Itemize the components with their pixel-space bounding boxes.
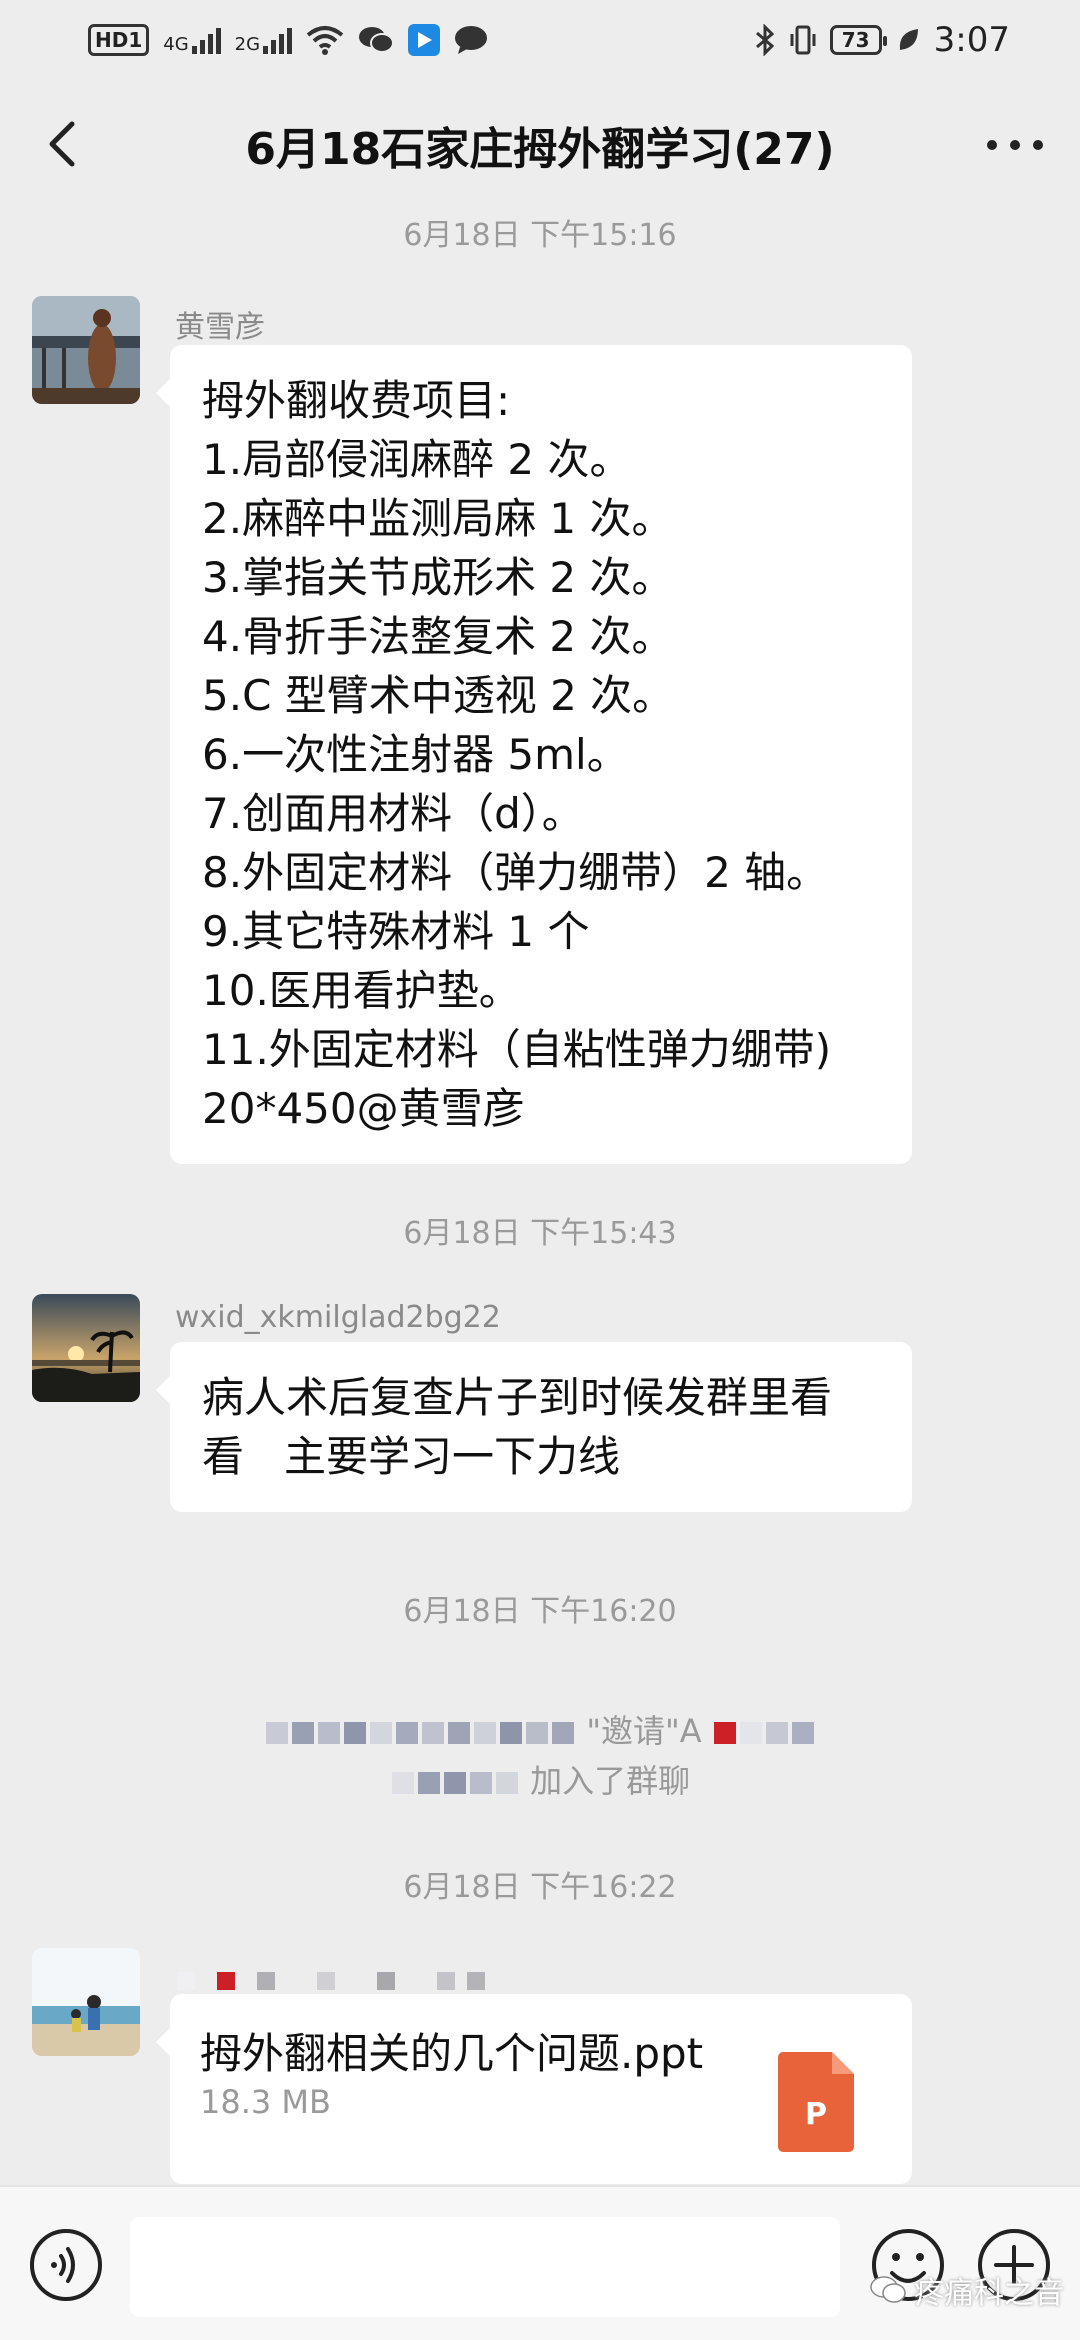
system-join-text: 加入了群聊 bbox=[530, 1762, 691, 1800]
signal-4g: 4G bbox=[163, 26, 221, 55]
mosaic-block bbox=[370, 1722, 393, 1744]
battery-icon: 73 bbox=[829, 25, 887, 55]
input-bar bbox=[0, 2185, 1080, 2340]
mosaic-block bbox=[791, 1722, 814, 1744]
mosaic-block bbox=[391, 1772, 414, 1794]
message-line: 3.掌指关节成形术 2 次。 bbox=[202, 553, 674, 602]
mosaic-block bbox=[552, 1722, 575, 1744]
sender-name-redacted bbox=[175, 1962, 487, 1997]
message-line: 病人术后复查片子到时候发群里看 bbox=[202, 1373, 833, 1422]
mosaic-block bbox=[266, 1722, 289, 1744]
mosaic-block bbox=[217, 1971, 235, 1990]
message-line: 5.C 型臂术中透视 2 次。 bbox=[202, 671, 675, 720]
voice-icon[interactable] bbox=[28, 2227, 104, 2303]
message-icon bbox=[455, 26, 488, 54]
mosaic-block bbox=[257, 1971, 275, 1990]
leaf-icon bbox=[899, 29, 918, 50]
mosaic-block bbox=[526, 1722, 549, 1744]
timestamp: 6月18日 下午16:20 bbox=[403, 1594, 677, 1629]
avatar[interactable] bbox=[32, 296, 140, 404]
message-line: 8.外固定材料（弹力绷带）2 轴。 bbox=[202, 848, 829, 897]
status-left: HD1 4G 2G bbox=[88, 24, 488, 56]
system-invite-text: "邀请"A bbox=[586, 1712, 702, 1750]
message-line: 9.其它特殊材料 1 个 bbox=[202, 907, 590, 956]
mosaic-block bbox=[317, 1971, 335, 1990]
more-dots-icon[interactable] bbox=[980, 120, 1050, 170]
sender-name: 黄雪彦 bbox=[175, 310, 265, 345]
message-line: 11.外固定材料（自粘性弹力绷带) bbox=[202, 1025, 832, 1074]
system-join-line: 加入了群聊 bbox=[0, 1756, 1080, 1802]
mosaic-block bbox=[344, 1722, 367, 1744]
wechat-logo-icon bbox=[870, 2276, 906, 2303]
message-input[interactable] bbox=[130, 2217, 840, 2317]
wechat-icon bbox=[359, 27, 395, 53]
watermark-text: 疼痛科之音 bbox=[914, 2276, 1064, 2311]
ppt-file-icon: P bbox=[778, 2052, 854, 2152]
mosaic-block bbox=[500, 1722, 523, 1744]
sender-name: wxid_xkmilglad2bg22 bbox=[175, 1300, 501, 1335]
message-bubble[interactable]: 拇外翻收费项目: 1.局部侵润麻醉 2 次。 2.麻醉中监测局麻 1 次。 3.… bbox=[156, 345, 912, 1164]
mosaic-block bbox=[469, 1772, 492, 1794]
mosaic-block bbox=[495, 1772, 518, 1794]
vibrate-icon bbox=[790, 25, 816, 55]
mosaic-block bbox=[467, 1971, 485, 1990]
back-arrow-icon[interactable] bbox=[36, 116, 92, 172]
signal-bars-icon bbox=[263, 26, 293, 54]
mosaic-block bbox=[443, 1772, 466, 1794]
mosaic-block bbox=[177, 1971, 195, 1990]
mosaic-block bbox=[437, 1971, 455, 1990]
app-notification-icon bbox=[408, 24, 441, 56]
message-line: 看 主要学习一下力线 bbox=[202, 1432, 621, 1481]
file-message-bubble[interactable]: 拇外翻相关的几个问题.ppt 18.3 MB P bbox=[156, 1994, 912, 2184]
timestamp: 6月18日 下午15:16 bbox=[403, 218, 677, 253]
signal-2g: 2G bbox=[234, 26, 293, 55]
ppt-badge-text: P bbox=[805, 2097, 827, 2132]
file-name: 拇外翻相关的几个问题.ppt bbox=[200, 2029, 704, 2078]
message-line: 10.医用看护垫。 bbox=[202, 966, 521, 1015]
mosaic-block bbox=[739, 1722, 762, 1744]
message-line: 4.骨折手法整复术 2 次。 bbox=[202, 612, 674, 661]
mosaic-block bbox=[448, 1722, 471, 1744]
status-bar: HD1 4G 2G 73 3:07 bbox=[0, 0, 1080, 80]
chat-title: 6月18石家庄拇外翻学习(27) bbox=[245, 124, 835, 175]
status-time: 3:07 bbox=[933, 20, 1010, 60]
message-bubble[interactable]: 病人术后复查片子到时候发群里看 看 主要学习一下力线 bbox=[156, 1342, 912, 1512]
mosaic-block bbox=[318, 1722, 341, 1744]
signal-bars-icon bbox=[191, 26, 221, 54]
message-line: 7.创面用材料（d）。 bbox=[202, 789, 584, 838]
chat-header: 6月18石家庄拇外翻学习(27) bbox=[0, 90, 1080, 200]
mosaic-block bbox=[422, 1722, 445, 1744]
mosaic-block bbox=[713, 1722, 736, 1744]
mosaic-block bbox=[292, 1722, 315, 1744]
bluetooth-icon bbox=[755, 24, 774, 56]
wifi-icon bbox=[306, 26, 344, 55]
timestamp: 6月18日 下午16:22 bbox=[403, 1870, 677, 1905]
message-line: 2.麻醉中监测局麻 1 次。 bbox=[202, 494, 674, 543]
mosaic-block bbox=[765, 1722, 788, 1744]
message-line: 1.局部侵润麻醉 2 次。 bbox=[202, 435, 632, 484]
watermark: 疼痛科之音 bbox=[870, 2268, 1064, 2312]
message-line: 6.一次性注射器 5ml。 bbox=[202, 730, 629, 779]
timestamp: 6月18日 下午15:43 bbox=[403, 1216, 677, 1251]
mosaic-block bbox=[417, 1772, 440, 1794]
mosaic-block bbox=[474, 1722, 497, 1744]
message-line: 20*450@黄雪彦 bbox=[202, 1084, 525, 1133]
avatar[interactable] bbox=[32, 1294, 140, 1402]
signal-4g-label: 4G bbox=[163, 34, 189, 55]
mosaic-block bbox=[377, 1971, 395, 1990]
status-right: 73 3:07 bbox=[754, 20, 1010, 60]
mosaic-block bbox=[396, 1722, 419, 1744]
signal-2g-label: 2G bbox=[234, 34, 261, 55]
message-line: 拇外翻收费项目: bbox=[202, 376, 511, 425]
system-invite-line: "邀请"A bbox=[0, 1706, 1080, 1752]
avatar[interactable] bbox=[32, 1948, 140, 2056]
hd-indicator: HD1 bbox=[88, 24, 150, 56]
